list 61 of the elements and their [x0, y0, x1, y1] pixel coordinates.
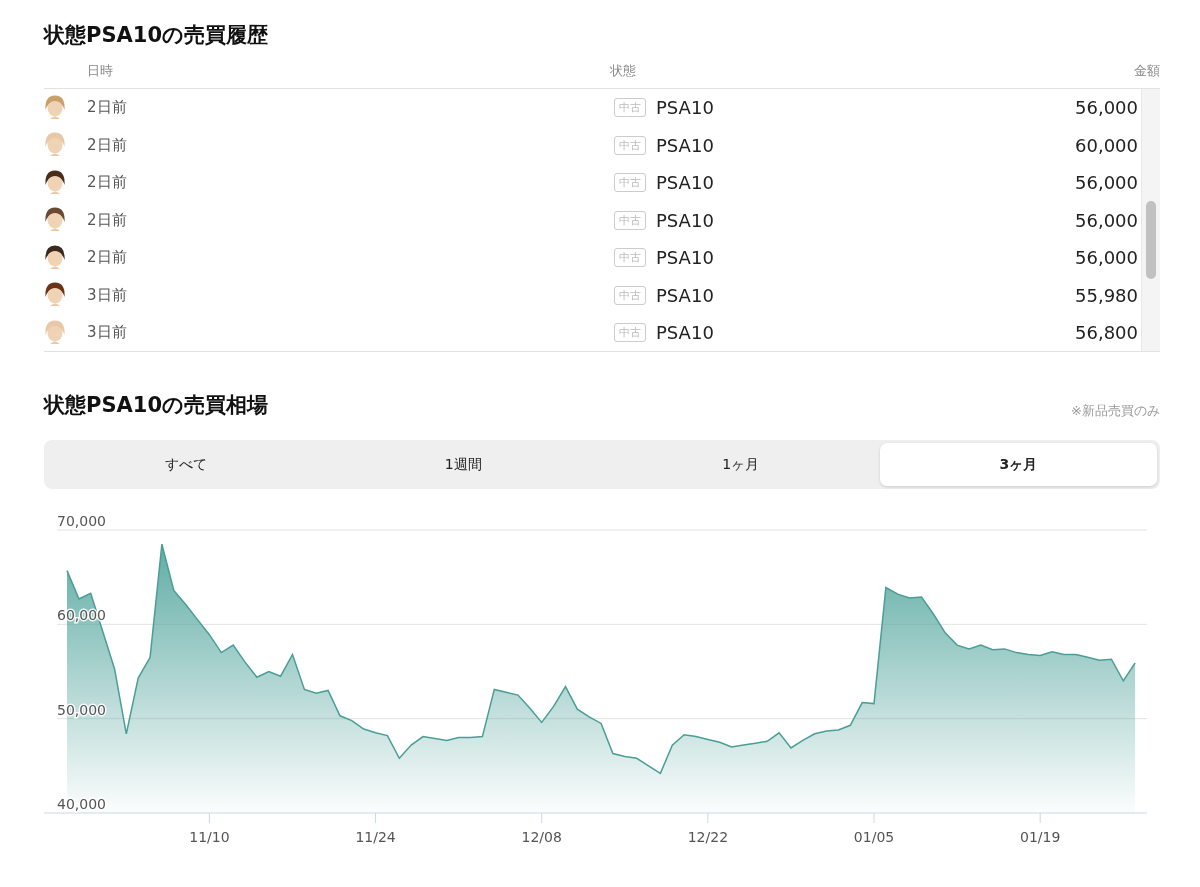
price-cell: 56,800 — [1075, 322, 1138, 344]
condition-cell: PSA10 — [656, 134, 714, 156]
price-cell: 55,980 — [1075, 284, 1138, 306]
avatar-icon — [44, 282, 66, 309]
avatar-icon — [44, 132, 66, 159]
x-tick — [208, 812, 210, 824]
condition-tag: 中古 — [614, 323, 646, 343]
condition-tag: 中古 — [614, 98, 646, 118]
x-tick — [707, 812, 709, 824]
column-header: 状態 — [610, 62, 637, 80]
time-cell-text: 2日前 — [87, 173, 128, 193]
scrollbar-thumb[interactable] — [1146, 201, 1156, 279]
time-cell-text: 3日前 — [87, 323, 128, 343]
time-cell-text: 2日前 — [87, 98, 128, 118]
avatar-icon — [44, 244, 66, 271]
x-tick — [541, 812, 543, 824]
x-tick-label: 12/08 — [521, 829, 562, 845]
x-tick-label: 11/24 — [355, 829, 396, 845]
condition-tag: 中古 — [614, 210, 646, 230]
column-header: 金額 — [1134, 62, 1160, 80]
price-cell: 56,000 — [1075, 209, 1138, 231]
condition-tag: 中古 — [614, 173, 646, 193]
time-cell-text: 2日前 — [87, 248, 128, 268]
condition-cell: PSA10 — [656, 97, 714, 119]
time-cell-text: 3日前 — [87, 285, 128, 305]
x-tick-label: 01/05 — [853, 829, 895, 845]
avatar-icon — [44, 169, 66, 196]
column-header: 日時 — [87, 62, 113, 80]
condition-cell: PSA10 — [656, 209, 714, 231]
section-title: 状態PSA10の売買相場 — [44, 392, 268, 419]
x-tick-label: 01/19 — [1020, 829, 1061, 845]
condition-cell: PSA10 — [656, 247, 714, 269]
condition-cell: PSA10 — [656, 322, 714, 344]
avatar-icon — [44, 319, 66, 346]
avatar-icon — [44, 207, 66, 234]
y-tick-label: 70,000 — [57, 513, 106, 529]
price-cell: 56,000 — [1075, 172, 1138, 194]
time-cell-text: 2日前 — [87, 210, 128, 230]
price-cell: 60,000 — [1075, 134, 1138, 156]
avatar-icon — [44, 94, 66, 121]
y-tick-label: 40,000 — [57, 796, 106, 812]
x-tick — [375, 812, 377, 824]
condition-tag: 中古 — [614, 285, 646, 305]
x-tick-label: 11/10 — [189, 829, 230, 845]
scrollbar[interactable] — [1141, 89, 1160, 351]
note-text: ※新品売買のみ — [1071, 402, 1160, 420]
period-tab[interactable]: 1週間 — [324, 443, 602, 486]
price-cell: 56,000 — [1075, 247, 1138, 269]
period-tab[interactable]: 3ヶ月 — [879, 443, 1157, 486]
condition-cell: PSA10 — [656, 284, 714, 306]
time-cell-text: 2日前 — [87, 135, 128, 155]
condition-cell: PSA10 — [656, 172, 714, 194]
condition-tag: 中古 — [614, 135, 646, 155]
price-cell: 56,000 — [1075, 97, 1138, 119]
x-tick — [1039, 812, 1041, 824]
section-title: 状態PSA10の売買履歴 — [44, 22, 269, 49]
period-tab[interactable]: 1ヶ月 — [602, 443, 880, 486]
condition-tag: 中古 — [614, 248, 646, 268]
period-tab[interactable]: すべて — [47, 443, 325, 486]
x-tick-label: 12/22 — [687, 829, 729, 845]
y-tick-label: 50,000 — [57, 701, 106, 718]
